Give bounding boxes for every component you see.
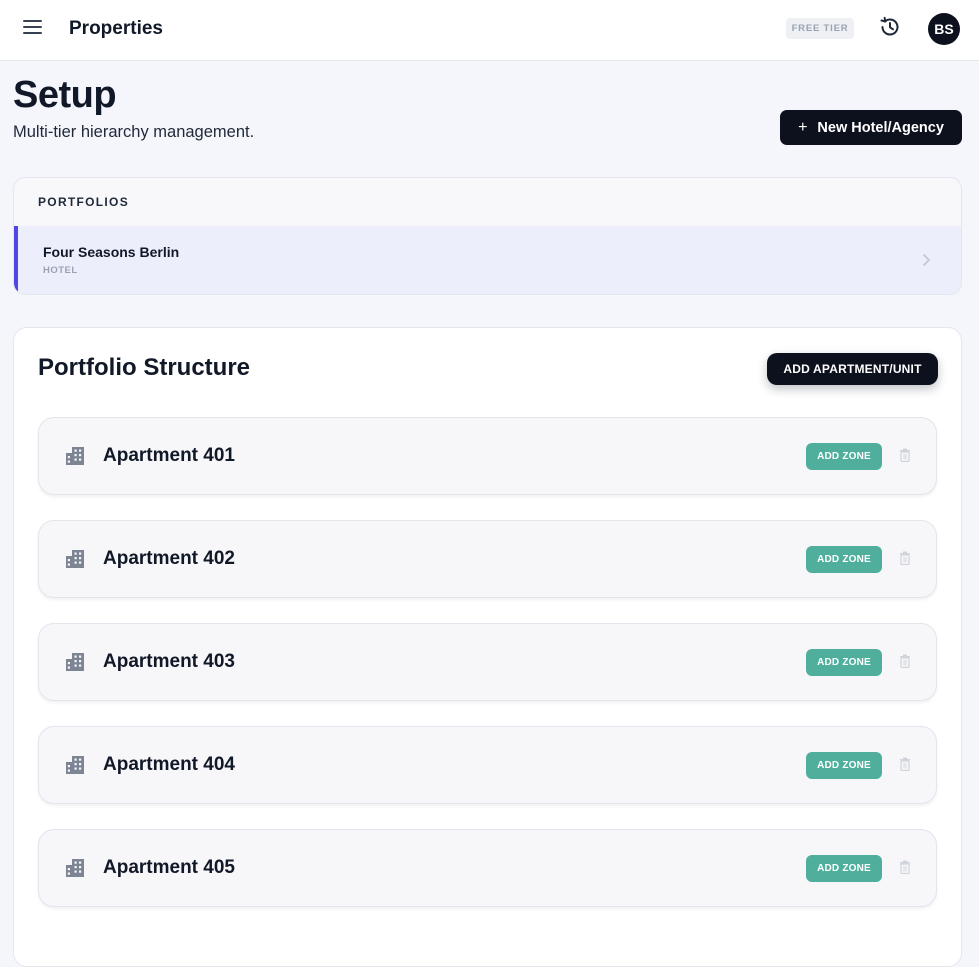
trash-icon[interactable] xyxy=(899,551,911,566)
building-icon xyxy=(65,858,85,878)
structure-title: Portfolio Structure xyxy=(38,354,251,381)
add-zone-button[interactable]: ADD ZONE xyxy=(806,443,882,470)
add-zone-button[interactable]: ADD ZONE xyxy=(806,752,882,779)
add-apartment-unit-button[interactable]: ADD APARTMENT/UNIT xyxy=(767,353,938,385)
new-hotel-agency-button[interactable]: + New Hotel/Agency xyxy=(780,110,962,145)
plus-icon: + xyxy=(798,118,808,136)
unit-row: Apartment 402 ADD ZONE xyxy=(38,520,937,598)
unit-row: Apartment 405 ADD ZONE xyxy=(38,829,937,907)
add-zone-button[interactable]: ADD ZONE xyxy=(806,649,882,676)
page-subtitle: Multi-tier hierarchy management. xyxy=(13,123,255,141)
hamburger-menu-icon[interactable] xyxy=(22,17,44,37)
portfolio-type: HOTEL xyxy=(43,265,78,276)
building-icon xyxy=(65,755,85,775)
tier-badge: FREE TIER xyxy=(786,18,854,39)
building-icon xyxy=(65,549,85,569)
trash-icon[interactable] xyxy=(899,757,911,772)
unit-name: Apartment 401 xyxy=(103,445,235,466)
history-icon[interactable] xyxy=(877,14,903,40)
unit-name: Apartment 403 xyxy=(103,651,235,672)
app-title: Properties xyxy=(69,18,163,39)
portfolio-structure-panel: Portfolio Structure ADD APARTMENT/UNIT A… xyxy=(13,327,962,967)
page-title: Setup xyxy=(13,74,117,116)
portfolio-item[interactable]: Four Seasons Berlin HOTEL xyxy=(14,226,961,294)
building-icon xyxy=(65,446,85,466)
new-hotel-agency-label: New Hotel/Agency xyxy=(817,119,944,136)
portfolios-heading: PORTFOLIOS xyxy=(38,195,129,209)
trash-icon[interactable] xyxy=(899,860,911,875)
unit-row: Apartment 403 ADD ZONE xyxy=(38,623,937,701)
add-zone-button[interactable]: ADD ZONE xyxy=(806,546,882,573)
top-bar: Properties FREE TIER BS xyxy=(0,0,979,61)
unit-name: Apartment 404 xyxy=(103,754,235,775)
trash-icon[interactable] xyxy=(899,448,911,463)
chevron-right-icon xyxy=(919,250,933,270)
portfolio-name: Four Seasons Berlin xyxy=(43,244,180,260)
user-avatar[interactable]: BS xyxy=(928,13,960,45)
unit-name: Apartment 402 xyxy=(103,548,235,569)
unit-name: Apartment 405 xyxy=(103,857,235,878)
unit-row: Apartment 401 ADD ZONE xyxy=(38,417,937,495)
add-zone-button[interactable]: ADD ZONE xyxy=(806,855,882,882)
portfolios-panel: PORTFOLIOS Four Seasons Berlin HOTEL xyxy=(13,177,962,295)
trash-icon[interactable] xyxy=(899,654,911,669)
unit-row: Apartment 404 ADD ZONE xyxy=(38,726,937,804)
building-icon xyxy=(65,652,85,672)
